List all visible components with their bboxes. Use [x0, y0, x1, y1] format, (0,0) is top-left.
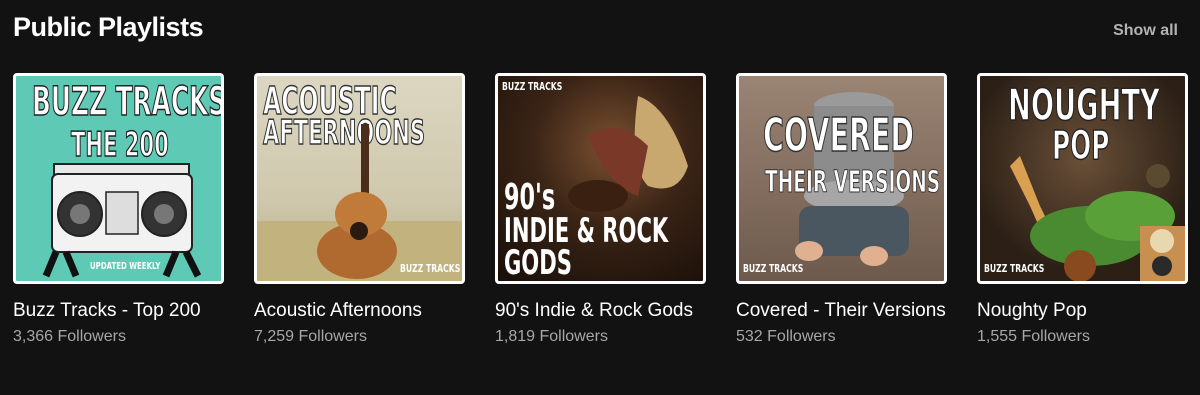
- playlist-cover: BUZZ TRACKS 90's INDIE & ROCK GODS: [495, 73, 706, 284]
- playlist-cover: NOUGHTY POP BUZZ TRACKS: [977, 73, 1188, 284]
- playlist-card[interactable]: COVERED THEIR VERSIONS BUZZ TRACKS Cover…: [736, 73, 947, 346]
- playlist-card[interactable]: ACOUSTIC AFTERNOONS BUZZ TRACKS Acoustic…: [254, 73, 465, 346]
- playlist-cover: ACOUSTIC AFTERNOONS BUZZ TRACKS: [254, 73, 465, 284]
- playlist-card[interactable]: BUZZ TRACKS THE 200 UPDATED WEEKLY Buzz …: [13, 73, 224, 346]
- playlist-followers: 7,259 Followers: [254, 328, 367, 345]
- playlist-title[interactable]: 90's Indie & Rock Gods: [495, 297, 706, 324]
- cover-badge: UPDATED WEEKLY: [90, 261, 161, 272]
- section-header: Public Playlists Show all: [13, 12, 1178, 43]
- cover-badge: BUZZ TRACKS: [400, 262, 461, 275]
- cover-subtitle: GODS: [504, 243, 572, 283]
- playlist-title[interactable]: Noughty Pop: [977, 297, 1188, 324]
- playlist-title[interactable]: Covered - Their Versions: [736, 297, 947, 324]
- jungle-illustration: [1010, 156, 1185, 281]
- playlist-cover: BUZZ TRACKS THE 200 UPDATED WEEKLY: [13, 73, 224, 284]
- playlist-cover: COVERED THEIR VERSIONS BUZZ TRACKS: [736, 73, 947, 284]
- cover-title: COVERED: [763, 108, 915, 162]
- boombox-illustration: [42, 163, 202, 278]
- section-title: Public Playlists: [13, 12, 204, 42]
- playlist-title[interactable]: Acoustic Afternoons: [254, 297, 465, 324]
- playlist-card[interactable]: BUZZ TRACKS 90's INDIE & ROCK GODS 90's …: [495, 73, 706, 346]
- playlist-title[interactable]: Buzz Tracks - Top 200: [13, 297, 224, 324]
- cover-subtitle: THEIR VERSIONS: [765, 165, 941, 200]
- playlist-card[interactable]: NOUGHTY POP BUZZ TRACKS Noughty Pop 1,55…: [977, 73, 1188, 346]
- playlist-followers: 532 Followers: [736, 328, 836, 345]
- playlist-row: BUZZ TRACKS THE 200 UPDATED WEEKLY Buzz …: [13, 73, 1188, 346]
- cover-badge: BUZZ TRACKS: [743, 262, 804, 275]
- show-all-link[interactable]: Show all: [1113, 22, 1178, 40]
- cover-badge: BUZZ TRACKS: [984, 262, 1045, 275]
- playlist-followers: 3,366 Followers: [13, 328, 126, 345]
- playlist-followers: 1,555 Followers: [977, 328, 1090, 345]
- guitar-illustration: [257, 124, 462, 281]
- playlist-followers: 1,819 Followers: [495, 328, 608, 345]
